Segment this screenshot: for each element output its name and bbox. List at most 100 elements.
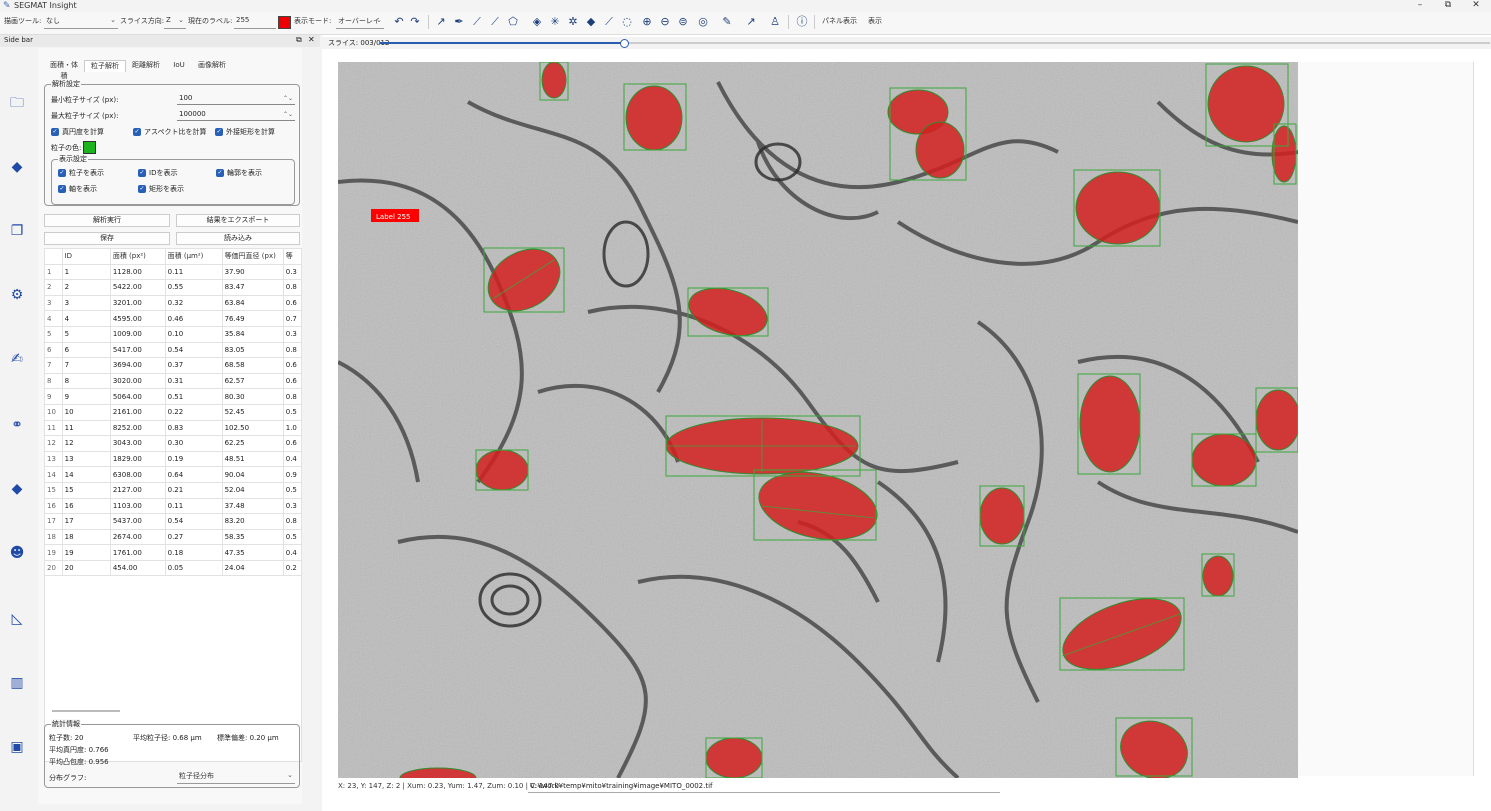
table-row[interactable]: 9 9 5064.00 0.51 80.30 0.8 xyxy=(44,388,303,405)
pen-tool-icon[interactable]: ✒ xyxy=(452,15,466,29)
chevron-down-icon: ⌄ xyxy=(376,16,382,24)
show-id-checkbox[interactable]: ✓ IDを表示 xyxy=(138,168,177,178)
tab-distance-analysis[interactable]: 距離解析 xyxy=(126,60,166,71)
save-button[interactable]: 保存 xyxy=(44,232,170,245)
reset-view-button[interactable]: 表示 xyxy=(868,16,882,26)
triangle-ruler-icon[interactable]: ◺ xyxy=(8,610,26,628)
polygon-tool-icon[interactable]: ⬠ xyxy=(506,15,520,29)
export-results-button[interactable]: 結果をエクスポート xyxy=(176,214,300,227)
zoom-in-icon[interactable]: ⊕ xyxy=(640,15,654,29)
show-particles-checkbox[interactable]: ✓ 粒子を表示 xyxy=(58,168,104,178)
show-contour-checkbox[interactable]: ✓ 輪郭を表示 xyxy=(216,168,262,178)
tab-particle-analysis[interactable]: 粒子解析 xyxy=(84,60,126,72)
table-row[interactable]: 19 19 1761.00 0.18 47.35 0.4 xyxy=(44,544,303,561)
close-button[interactable]: ✕ xyxy=(1464,0,1488,10)
column-header[interactable] xyxy=(44,248,63,265)
eraser-icon[interactable]: ◆ xyxy=(8,480,26,498)
minimize-button[interactable]: – xyxy=(1408,0,1432,10)
table-row[interactable]: 6 6 5417.00 0.54 83.05 0.8 xyxy=(44,341,303,359)
min-size-input[interactable]: 100 ⌃⌄ xyxy=(177,93,295,105)
column-header[interactable]: 等価円直径 (px) xyxy=(221,248,284,265)
target-icon[interactable]: ◎ xyxy=(696,15,710,29)
table-row[interactable]: 10 10 2161.00 0.22 52.45 0.5 xyxy=(44,403,303,421)
particle-color-swatch[interactable] xyxy=(83,141,96,154)
ruler-icon[interactable]: ✎ xyxy=(720,15,734,29)
table-row[interactable]: 15 15 2127.00 0.21 52.04 0.5 xyxy=(44,481,303,499)
table-row[interactable]: 3 3 3201.00 0.32 63.84 0.6 xyxy=(44,294,303,312)
label-color-swatch[interactable] xyxy=(278,16,291,29)
table-row[interactable]: 13 13 1829.00 0.19 48.51 0.4 xyxy=(44,450,303,468)
display-mode-combo[interactable]: オーバーレイ ⌄ xyxy=(336,16,384,29)
table-row[interactable]: 20 20 454.00 0.05 24.04 0.2 xyxy=(44,559,303,577)
arrow-tool-icon[interactable]: ↗ xyxy=(434,15,448,29)
column-header[interactable]: 面積 (px²) xyxy=(109,248,166,265)
table-row[interactable]: 12 12 3043.00 0.30 62.25 0.6 xyxy=(44,435,303,452)
info-icon[interactable]: ⓘ xyxy=(795,15,809,29)
aspect-ratio-checkbox[interactable]: ✓ アスペクト比を計算 xyxy=(133,127,207,137)
folder-icon[interactable]: 🗀 xyxy=(8,94,26,112)
bar-chart-icon[interactable]: ▥ xyxy=(8,674,26,692)
table-cell: 8252.00 xyxy=(109,419,166,437)
brush-icon[interactable]: ⟋ xyxy=(470,15,484,29)
table-row[interactable]: 2 2 5422.00 0.55 83.47 0.8 xyxy=(44,279,303,296)
table-cell: 0.4 xyxy=(282,450,303,468)
run-analysis-button[interactable]: 解析実行 xyxy=(44,214,170,227)
redo-icon[interactable]: ↷ xyxy=(408,15,422,29)
monitor-icon[interactable]: ▣ xyxy=(8,738,26,756)
brain-icon[interactable]: ☻ xyxy=(8,544,26,562)
table-row[interactable]: 14 14 6308.00 0.64 90.04 0.9 xyxy=(44,466,303,483)
tool-combo[interactable]: なし ⌄ xyxy=(44,16,118,29)
table-cell: 12 xyxy=(61,435,111,452)
eraser-icon[interactable]: ◆ xyxy=(584,15,598,29)
float-icon[interactable]: ⧉ xyxy=(296,35,302,45)
column-header[interactable]: 等 xyxy=(282,248,303,265)
table-row[interactable]: 5 5 1009.00 0.10 35.84 0.3 xyxy=(44,325,303,343)
distribution-combo[interactable]: 粒子径分布 ⌄ xyxy=(177,771,295,784)
zoom-out-icon[interactable]: ⊖ xyxy=(658,15,672,29)
table-row[interactable]: 16 16 1103.00 0.11 37.48 0.3 xyxy=(44,497,303,515)
table-row[interactable]: 18 18 2674.00 0.27 58.35 0.5 xyxy=(44,528,303,546)
column-header[interactable]: 面積 (μm²) xyxy=(164,248,223,265)
table-row[interactable]: 1 1 1128.00 0.11 37.90 0.3 xyxy=(44,263,303,281)
tab-image-analysis[interactable]: 画像解析 xyxy=(192,60,232,71)
smooth-brush-icon[interactable]: ⟋ xyxy=(602,15,616,29)
em-image-canvas[interactable]: Label 255 xyxy=(338,62,1298,778)
file-path-field[interactable]: C:¥work¥temp¥mito¥training¥image¥MITO_00… xyxy=(528,782,1000,793)
maximize-button[interactable]: ⧉ xyxy=(1436,0,1460,10)
column-header[interactable]: ID xyxy=(61,248,111,265)
copy-icon[interactable]: ❐ xyxy=(8,222,26,240)
load-button[interactable]: 読み込み xyxy=(176,232,300,245)
lasso-icon[interactable]: ◌ xyxy=(620,15,634,29)
sparkle-icon[interactable]: ✲ xyxy=(566,15,580,29)
magic-wand-icon[interactable]: ✳ xyxy=(548,15,562,29)
table-scrollbar[interactable] xyxy=(52,710,120,712)
slice-dir-combo[interactable]: Z ⌄ xyxy=(164,16,186,29)
show-axis-checkbox[interactable]: ✓ 軸を表示 xyxy=(58,184,97,194)
table-row[interactable]: 8 8 3020.00 0.31 62.57 0.6 xyxy=(44,372,303,390)
table-row[interactable]: 17 17 5437.00 0.54 83.20 0.8 xyxy=(44,513,303,530)
show-rect-checkbox[interactable]: ✓ 矩形を表示 xyxy=(138,184,184,194)
gear-icon[interactable]: ⚙ xyxy=(8,286,26,304)
tab-area-volume[interactable]: 面積・体積 xyxy=(44,60,84,80)
link-icon[interactable]: ⚭ xyxy=(8,416,26,434)
fill-brush-icon[interactable]: ⟋ xyxy=(488,15,502,29)
status-text: X: 23, Y: 147, Z: 2 | Xum: 0.23, Yum: 1.… xyxy=(338,782,560,790)
bounding-rect-checkbox[interactable]: ✓ 外接矩形を計算 xyxy=(215,127,275,137)
table-row[interactable]: 11 11 8252.00 0.83 102.50 1.0 xyxy=(44,419,303,437)
tab-iou[interactable]: IoU xyxy=(168,60,190,71)
circularity-checkbox[interactable]: ✓ 真円度を計算 xyxy=(51,127,104,137)
tag-icon[interactable]: ◆ xyxy=(8,158,26,176)
table-row[interactable]: 4 4 4595.00 0.46 76.49 0.7 xyxy=(44,310,303,327)
table-row[interactable]: 7 7 3694.00 0.37 68.58 0.6 xyxy=(44,357,303,374)
chart-icon[interactable]: ↗ xyxy=(744,15,758,29)
label-combo[interactable]: 255 xyxy=(234,16,276,29)
chevron-down-icon: ⌄ xyxy=(287,771,293,779)
person-icon[interactable]: ♙ xyxy=(768,15,782,29)
bucket-icon[interactable]: ◈ xyxy=(530,15,544,29)
zoom-fit-icon[interactable]: ⊜ xyxy=(676,15,690,29)
panel-toggle-button[interactable]: パネル表示 xyxy=(822,16,857,26)
brush-icon[interactable]: ✍ xyxy=(8,350,26,368)
close-icon[interactable]: ✕ xyxy=(308,35,315,44)
max-size-input[interactable]: 100000 ⌃⌄ xyxy=(177,109,295,121)
undo-icon[interactable]: ↶ xyxy=(392,15,406,29)
